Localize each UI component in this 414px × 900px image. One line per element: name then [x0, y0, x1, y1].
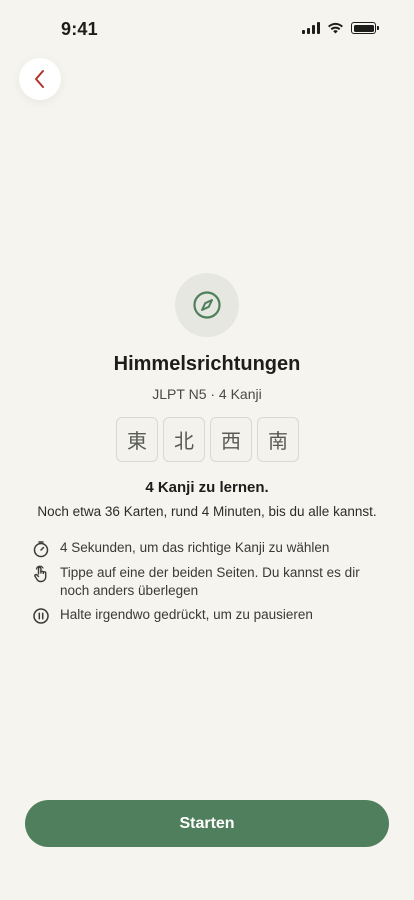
- start-button[interactable]: Starten: [25, 800, 389, 847]
- status-bar: 9:41: [0, 0, 414, 56]
- tip-text: Halte irgendwo gedrückt, um zu pausieren: [60, 607, 313, 622]
- page-subtitle: JLPT N5 · 4 Kanji: [152, 386, 262, 402]
- kanji-tile: 北: [163, 417, 205, 462]
- tip-item: Halte irgendwo gedrückt, um zu pausieren: [32, 606, 392, 625]
- tips-list: 4 Sekunden, um das richtige Kanji zu wäh…: [32, 539, 392, 631]
- summary-description: Noch etwa 36 Karten, rund 4 Minuten, bis…: [37, 504, 377, 519]
- page-title: Himmelsrichtungen: [113, 353, 301, 375]
- kanji-tile: 東: [116, 417, 158, 462]
- kanji-list: 東 北 西 南: [116, 417, 299, 462]
- compass-icon: [193, 291, 221, 319]
- tip-item: 4 Sekunden, um das richtige Kanji zu wäh…: [32, 539, 392, 558]
- back-button[interactable]: [19, 58, 61, 100]
- tap-hand-icon: [34, 565, 47, 583]
- kanji-tile: 南: [257, 417, 299, 462]
- wifi-icon: [328, 22, 343, 34]
- tip-text: 4 Sekunden, um das richtige Kanji zu wäh…: [60, 540, 330, 555]
- pause-icon: [33, 608, 49, 624]
- chevron-left-icon: [35, 70, 44, 88]
- status-time: 9:41: [61, 19, 98, 39]
- kanji-tile: 西: [210, 417, 252, 462]
- tip-text: Tippe auf eine der beiden Seiten. Du kan…: [60, 565, 360, 598]
- tip-item: Tippe auf eine der beiden Seiten. Du kan…: [32, 564, 392, 600]
- signal-icon: [302, 22, 320, 34]
- timer-icon: [33, 541, 49, 558]
- battery-icon: [351, 22, 379, 34]
- compass-badge: [175, 273, 239, 337]
- summary-title: 4 Kanji zu lernen.: [145, 479, 269, 496]
- status-icons: [302, 22, 379, 34]
